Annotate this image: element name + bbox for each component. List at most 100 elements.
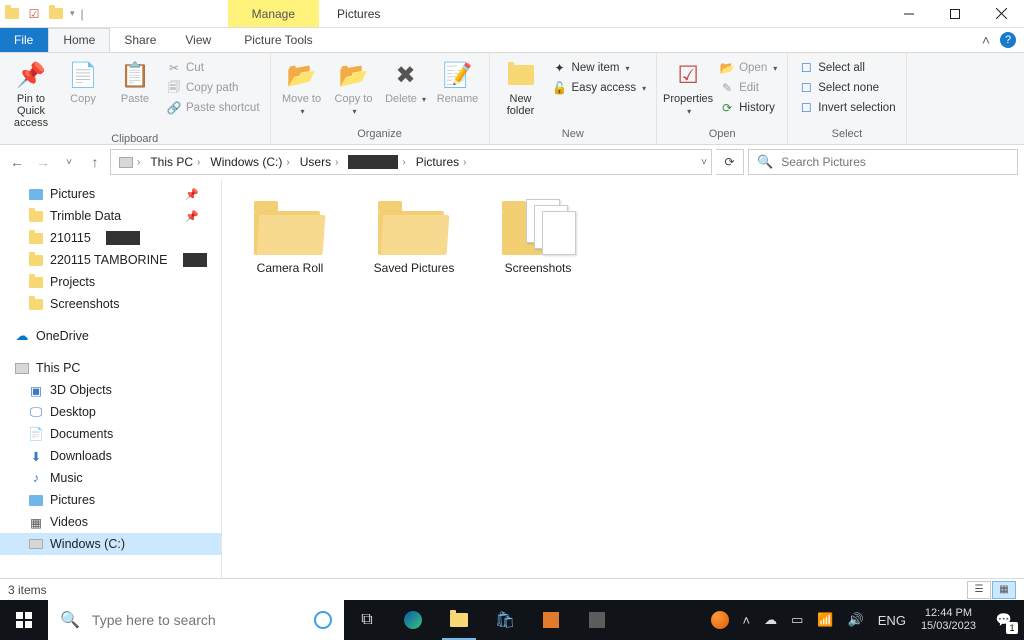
properties-button[interactable]: ☑ Properties ▾ bbox=[663, 57, 713, 120]
history-button[interactable]: ⟳History bbox=[715, 99, 781, 117]
minimize-button[interactable] bbox=[886, 0, 932, 27]
item-count: 3 items bbox=[8, 583, 47, 597]
nav-pictures[interactable]: Pictures📌 bbox=[0, 183, 221, 205]
details-view-button[interactable]: ☰ bbox=[967, 581, 991, 599]
rename-button[interactable]: 📝 Rename bbox=[433, 57, 483, 107]
onedrive-tray-icon[interactable]: ☁ bbox=[757, 600, 784, 640]
tab-share[interactable]: Share bbox=[110, 28, 171, 52]
system-tray: ˄ ☁ ▭ 📶 🔊 ENG 12:44 PM 15/03/2023 💬1 bbox=[704, 600, 1024, 640]
close-button[interactable] bbox=[978, 0, 1024, 27]
folder-camera-roll[interactable]: Camera Roll bbox=[242, 197, 338, 275]
battery-icon[interactable]: ▭ bbox=[784, 600, 810, 640]
large-icons-view-button[interactable]: ▦ bbox=[992, 581, 1016, 599]
paste-shortcut-button[interactable]: 🔗Paste shortcut bbox=[162, 99, 264, 117]
back-button[interactable]: ← bbox=[6, 151, 28, 173]
taskbar-store[interactable]: 🛍 bbox=[482, 600, 528, 640]
nav-desktop[interactable]: 🖵Desktop bbox=[0, 401, 221, 423]
volume-icon[interactable]: 🔊 bbox=[841, 600, 871, 640]
taskbar-file-explorer[interactable] bbox=[436, 600, 482, 640]
group-label: New bbox=[496, 126, 651, 142]
breadcrumb-users[interactable]: Users› bbox=[296, 155, 343, 169]
breadcrumb-user-redacted[interactable]: › bbox=[344, 155, 409, 169]
tab-home[interactable]: Home bbox=[48, 28, 110, 52]
folder-saved-pictures[interactable]: Saved Pictures bbox=[366, 197, 462, 275]
edit-icon: ✎ bbox=[719, 80, 735, 96]
search-box[interactable]: 🔍 bbox=[748, 149, 1018, 175]
address-dropdown-icon[interactable]: ˅ bbox=[701, 157, 707, 168]
refresh-button[interactable]: ⟳ bbox=[716, 149, 744, 175]
language-indicator[interactable]: ENG bbox=[871, 600, 913, 640]
taskbar-app-2[interactable] bbox=[574, 600, 620, 640]
address-bar[interactable]: › This PC› Windows (C:)› Users› › Pictur… bbox=[110, 149, 712, 175]
pin-to-quick-access-button[interactable]: 📌 Pin to Quick access bbox=[6, 57, 56, 131]
select-none-button[interactable]: ☐Select none bbox=[794, 79, 899, 97]
nav-this-pc[interactable]: This PC bbox=[0, 357, 221, 379]
quick-access-toolbar: ☑ ▾ | bbox=[0, 0, 88, 27]
qat-properties-icon[interactable]: ☑ bbox=[26, 6, 42, 22]
nav-screenshots[interactable]: Screenshots bbox=[0, 293, 221, 315]
nav-videos[interactable]: ▦Videos bbox=[0, 511, 221, 533]
weather-widget[interactable] bbox=[704, 600, 736, 640]
nav-music[interactable]: ♪Music bbox=[0, 467, 221, 489]
recent-locations-button[interactable]: ˅ bbox=[58, 151, 80, 173]
breadcrumb-pictures[interactable]: Pictures› bbox=[412, 155, 471, 169]
select-all-button[interactable]: ☐Select all bbox=[794, 59, 899, 77]
up-button[interactable]: ↑ bbox=[84, 151, 106, 173]
nav-210115[interactable]: 210115 bbox=[0, 227, 221, 249]
nav-pictures-2[interactable]: Pictures bbox=[0, 489, 221, 511]
taskbar: 🔍 ⧉ 🛍 ˄ ☁ ▭ 📶 🔊 ENG 12:44 PM 15/03/2023 … bbox=[0, 600, 1024, 640]
tray-overflow-button[interactable]: ˄ bbox=[736, 600, 758, 640]
copy-path-icon: 🗐 bbox=[166, 80, 182, 96]
nav-220115-tamborine[interactable]: 220115 TAMBORINE bbox=[0, 249, 221, 271]
taskbar-app-1[interactable] bbox=[528, 600, 574, 640]
open-button[interactable]: 📂Open▾ bbox=[715, 59, 781, 77]
start-button[interactable] bbox=[0, 600, 48, 640]
help-button[interactable]: ? bbox=[1000, 32, 1016, 48]
breadcrumb-this-pc[interactable]: This PC› bbox=[146, 155, 204, 169]
easy-access-button[interactable]: 🔓Easy access▾ bbox=[548, 79, 651, 97]
clock[interactable]: 12:44 PM 15/03/2023 bbox=[913, 600, 984, 640]
navigation-pane[interactable]: Pictures📌 Trimble Data📌 210115 220115 TA… bbox=[0, 179, 222, 578]
tab-view[interactable]: View bbox=[171, 28, 226, 52]
taskbar-search-input[interactable] bbox=[92, 612, 302, 628]
tab-picture-tools[interactable]: Picture Tools bbox=[234, 28, 322, 52]
invert-selection-button[interactable]: ☐Invert selection bbox=[794, 99, 899, 117]
folder-screenshots[interactable]: Screenshots bbox=[490, 197, 586, 275]
cut-button[interactable]: ✂Cut bbox=[162, 59, 264, 77]
action-center-button[interactable]: 💬1 bbox=[984, 600, 1024, 640]
nav-downloads[interactable]: ⬇Downloads bbox=[0, 445, 221, 467]
copy-to-button[interactable]: 📂 Copy to ▾ bbox=[329, 57, 379, 120]
nav-onedrive[interactable]: ☁OneDrive bbox=[0, 325, 221, 347]
file-list[interactable]: Camera Roll Saved Pictures Screenshots bbox=[222, 179, 1024, 578]
copy-button[interactable]: 📄 Copy bbox=[58, 57, 108, 107]
tab-file[interactable]: File bbox=[0, 28, 48, 52]
nav-windows-c[interactable]: Windows (C:) bbox=[0, 533, 221, 555]
forward-button[interactable]: → bbox=[32, 151, 54, 173]
network-icon[interactable]: 📶 bbox=[810, 600, 840, 640]
maximize-button[interactable] bbox=[932, 0, 978, 27]
qat-folder-icon[interactable] bbox=[48, 6, 64, 22]
nav-trimble-data[interactable]: Trimble Data📌 bbox=[0, 205, 221, 227]
breadcrumb-root-icon[interactable]: › bbox=[115, 157, 144, 168]
taskbar-search[interactable]: 🔍 bbox=[48, 600, 344, 640]
copy-path-button[interactable]: 🗐Copy path bbox=[162, 79, 264, 97]
search-input[interactable] bbox=[781, 155, 1009, 169]
delete-button[interactable]: ✖ Delete ▾ bbox=[381, 57, 431, 108]
bing-icon[interactable] bbox=[314, 611, 332, 629]
new-item-button[interactable]: ✦New item▾ bbox=[548, 59, 651, 77]
new-folder-button[interactable]: New folder bbox=[496, 57, 546, 119]
nav-3d-objects[interactable]: ▣3D Objects bbox=[0, 379, 221, 401]
paste-button[interactable]: 📋 Paste bbox=[110, 57, 160, 107]
delete-icon: ✖ bbox=[390, 59, 422, 91]
documents-icon: 📄 bbox=[28, 426, 44, 442]
edit-button[interactable]: ✎Edit bbox=[715, 79, 781, 97]
nav-projects[interactable]: Projects bbox=[0, 271, 221, 293]
task-view-button[interactable]: ⧉ bbox=[344, 600, 390, 640]
qat-dropdown-icon[interactable]: ▾ bbox=[70, 8, 75, 19]
breadcrumb-drive[interactable]: Windows (C:)› bbox=[206, 155, 293, 169]
move-to-button[interactable]: 📂 Move to ▾ bbox=[277, 57, 327, 120]
nav-documents[interactable]: 📄Documents bbox=[0, 423, 221, 445]
taskbar-edge[interactable] bbox=[390, 600, 436, 640]
collapse-ribbon-button[interactable]: ˄ bbox=[982, 32, 990, 48]
group-new: New folder ✦New item▾ 🔓Easy access▾ New bbox=[490, 53, 658, 144]
